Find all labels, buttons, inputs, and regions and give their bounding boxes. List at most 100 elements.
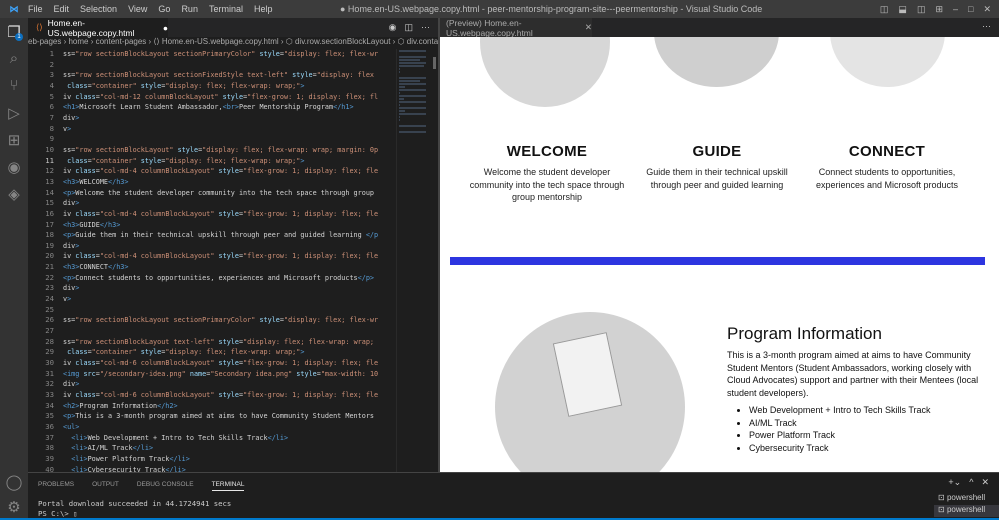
terminal[interactable]: Portal download succeeded in 44.1724941 … [28,491,999,519]
code-line[interactable]: 40 <li>Cybersecurity Track</li> [28,465,396,472]
close-button[interactable]: ✕ [983,4,991,15]
tab-debug-console[interactable]: DEBUG CONSOLE [137,481,194,491]
code-text: ss="row sectionBlockLayout" style="displ… [63,145,379,154]
tab-home-html[interactable]: ⟨⟩ Home.en-US.webpage.copy.html ● [28,18,168,38]
tab-preview[interactable]: (Preview) Home.en-US.webpage.copy.html ✕ [440,17,592,38]
settings-gear-icon[interactable]: ⚙ [0,493,28,520]
editor-scrollbar[interactable] [431,49,438,472]
code-line[interactable]: 14 <p>Welcome the student developer commu… [28,188,396,199]
maximize-panel-icon[interactable]: ^ [969,477,973,488]
source-control-icon[interactable]: ⑂ [0,72,28,99]
code-line[interactable]: 11 class="container" style="display: fle… [28,156,396,167]
code-line[interactable]: 4 class="container" style="display: flex… [28,81,396,92]
toggle-panel-icon[interactable]: ⬓ [898,4,907,15]
code-line[interactable]: 10 ss="row sectionBlockLayout" style="dis… [28,145,396,156]
code-line[interactable]: 8 v> [28,124,396,135]
code-line[interactable]: 3 ss="row sectionBlockLayout sectionFixed… [28,70,396,81]
terminal-instance[interactable]: ⊡ powershell [934,493,999,505]
unsaved-indicator: ● [162,22,168,33]
code-line[interactable]: 32 div> [28,379,396,390]
code-line[interactable]: 2 [28,60,396,71]
code-line[interactable]: 35 <p>This is a 3-month program aimed at … [28,411,396,422]
code-line[interactable]: 12 iv class="col-md-4 columnBlockLayout" … [28,166,396,177]
tab-problems[interactable]: PROBLEMS [38,481,74,491]
menu-run[interactable]: Run [181,4,198,14]
code-line[interactable]: 17 <h3>GUIDE</h3> [28,220,396,231]
more-actions-icon[interactable]: ··· [982,21,991,31]
code-line[interactable]: 38 <li>AI/ML Track</li> [28,443,396,454]
close-tab-icon[interactable]: ✕ [585,22,592,33]
code-line[interactable]: 28 ss="row sectionBlockLayout text-left" … [28,337,396,348]
bottom-panel: PROBLEMS OUTPUT DEBUG CONSOLE TERMINAL P… [28,472,999,520]
new-terminal-icon[interactable]: +⌄ [948,477,961,488]
code-line[interactable]: 31 <img src="/secondary-idea.png" name="S… [28,369,396,380]
search-icon[interactable]: ⌕ [0,45,28,72]
account-icon[interactable]: ◯ [0,468,28,495]
code-line[interactable]: 30 iv class="col-md-6 columnBlockLayout" … [28,358,396,369]
activity-bar: ❐ 1 ⌕ ⑂ ▷ ⊞ ◉ ◈ ◯ ⚙ [0,18,28,520]
line-number: 17 [45,219,54,229]
code-line[interactable]: 25 [28,305,396,316]
menu-terminal[interactable]: Terminal [209,4,243,14]
code-line[interactable]: 13 <h3>WELCOME</h3> [28,177,396,188]
code-line[interactable]: 21 <h3>CONNECT</h3> [28,262,396,273]
maximize-button[interactable]: □ [968,4,973,15]
menu-edit[interactable]: Edit [54,4,70,14]
scrollbar-thumb[interactable] [433,57,436,69]
code-line[interactable]: 23 div> [28,283,396,294]
code-editor[interactable]: 1 ss="row sectionBlockLayout sectionPrima… [28,49,396,472]
section-divider-bar [450,257,985,265]
code-line[interactable]: 27 [28,326,396,337]
code-line[interactable]: 22 <p>Connect students to opportunities, … [28,273,396,284]
breadcrumb[interactable]: eb-pages › home › content-pages › ⟨⟩ Hom… [28,37,438,49]
open-preview-icon[interactable]: ◉ [389,22,397,33]
tab-terminal[interactable]: TERMINAL [211,481,245,491]
extensions-icon[interactable]: ⊞ [0,126,28,153]
minimize-button[interactable]: – [953,4,958,15]
more-actions-icon[interactable]: ··· [421,22,430,33]
github-icon[interactable]: ◉ [0,153,28,180]
code-line[interactable]: 9 [28,134,396,145]
code-line[interactable]: 19 div> [28,241,396,252]
menu-view[interactable]: View [128,4,147,14]
code-line[interactable]: 24 v> [28,294,396,305]
menu-go[interactable]: Go [158,4,170,14]
tab-output[interactable]: OUTPUT [92,481,119,491]
code-line[interactable]: 34 <h2>Program Information</h2> [28,401,396,412]
code-line[interactable]: 37 <li>Web Development + Intro to Tech S… [28,433,396,444]
split-editor-icon[interactable]: ◫ [404,22,413,33]
code-line[interactable]: 7 div> [28,113,396,124]
code-line[interactable]: 6 <h1>Microsoft Learn Student Ambassador,… [28,102,396,113]
tab-label: (Preview) Home.en-US.webpage.copy.html [446,17,533,38]
code-line[interactable]: 29 class="container" style="display: fle… [28,347,396,358]
code-line[interactable]: 1 ss="row sectionBlockLayout sectionPrima… [28,49,396,60]
run-debug-icon[interactable]: ▷ [0,99,28,126]
code-line[interactable]: 20 iv class="col-md-4 columnBlockLayout" … [28,251,396,262]
remote-explorer-icon[interactable]: ◈ [0,180,28,207]
line-number: 13 [45,176,54,186]
menu-selection[interactable]: Selection [80,4,117,14]
code-line[interactable]: 26 ss="row sectionBlockLayout sectionPrim… [28,315,396,326]
explorer-icon[interactable]: ❐ 1 [0,18,28,45]
layout-icon[interactable]: ⊞ [935,4,943,15]
line-number: 38 [45,443,54,453]
terminal-instance[interactable]: ⊡ powershell [934,505,999,517]
menu-help[interactable]: Help [254,4,273,14]
menu-file[interactable]: File [28,4,43,14]
track-list: Web Development + Intro to Tech Skills T… [749,404,992,454]
title-bar: ⋈ File Edit Selection View Go Run Terminal Help… [0,0,999,18]
code-line[interactable]: 36 <ul> [28,422,396,433]
code-line[interactable]: 5 iv class="col-md-12 columnBlockLayout" … [28,92,396,103]
close-panel-icon[interactable]: ✕ [981,477,989,488]
toggle-sidebar-icon[interactable]: ◫ [880,4,889,15]
code-line[interactable]: 18 <p>Guide them in their technical upski… [28,230,396,241]
code-text: <p>Guide them in their technical upskill… [63,231,379,240]
toggle-secondary-sidebar-icon[interactable]: ◫ [917,4,926,15]
code-line[interactable]: 33 iv class="col-md-6 columnBlockLayout" … [28,390,396,401]
code-line[interactable]: 39 <li>Power Platform Track</li> [28,454,396,465]
code-text: class="container" style="display: flex; … [67,81,305,90]
code-line[interactable]: 15 div> [28,198,396,209]
minimap[interactable] [396,49,430,472]
code-line[interactable]: 16 iv class="col-md-4 columnBlockLayout" … [28,209,396,220]
line-number: 32 [45,379,54,389]
